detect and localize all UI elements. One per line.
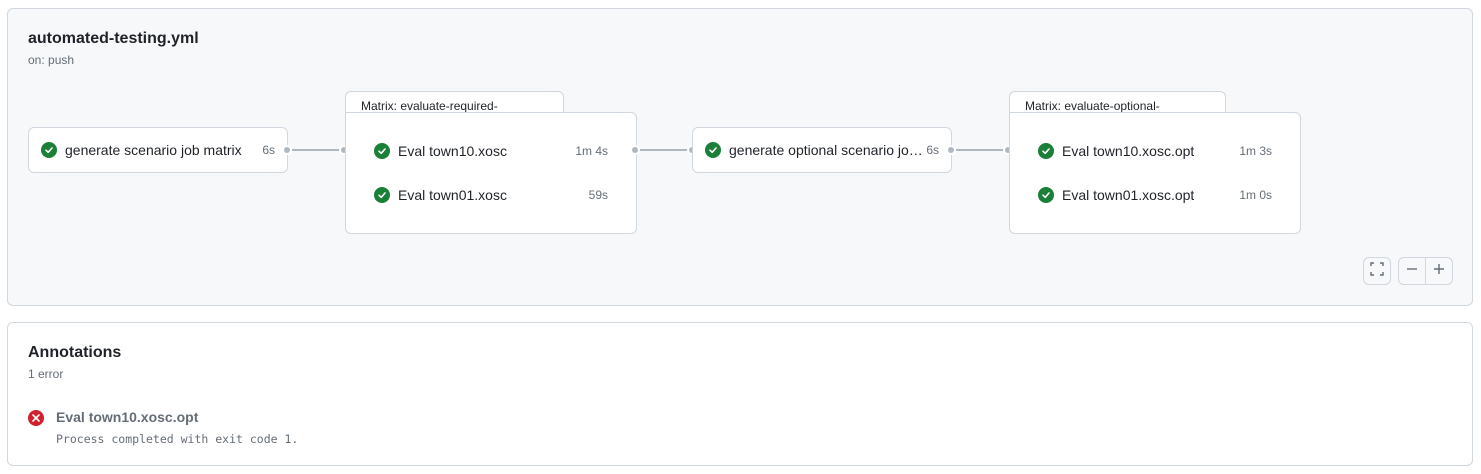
zoom-in-icon	[1432, 262, 1446, 281]
connector-line	[956, 149, 1004, 151]
matrix-card-required: Eval town10.xosc 1m 4s Eval town01.xosc …	[345, 112, 637, 234]
success-check-icon	[1038, 187, 1054, 203]
matrix-label-optional: Matrix: evaluate-optional-scenarios	[1009, 91, 1226, 127]
job-name: generate scenario job matrix	[65, 142, 242, 158]
job-name: Eval town01.xosc.opt	[1062, 187, 1195, 203]
success-check-icon	[374, 143, 390, 159]
success-check-icon	[1038, 143, 1054, 159]
annotations-panel: Annotations 1 error Eval town10.xosc.opt…	[7, 322, 1473, 466]
connector-line	[640, 149, 688, 151]
job-duration: 6s	[926, 143, 939, 157]
annotation-message: Process completed with exit code 1.	[56, 432, 299, 446]
job-row-eval-town10-opt[interactable]: Eval town10.xosc.opt 1m 3s	[1038, 141, 1272, 161]
annotations-title: Annotations	[28, 344, 122, 361]
job-card-generate-matrix[interactable]: generate scenario job matrix 6s	[28, 127, 288, 173]
job-duration: 1m 4s	[575, 144, 608, 158]
job-duration: 59s	[588, 188, 608, 202]
annotation-title-link[interactable]: Eval town10.xosc.opt	[56, 409, 198, 425]
fullscreen-icon	[1370, 261, 1384, 281]
job-name: generate optional scenario jo…	[729, 142, 923, 158]
job-duration: 1m 0s	[1239, 188, 1272, 202]
job-row-eval-town01[interactable]: Eval town01.xosc 59s	[374, 185, 608, 205]
error-x-icon	[28, 410, 44, 426]
annotations-count: 1 error	[28, 367, 64, 381]
workflow-trigger: on: push	[28, 53, 75, 67]
job-duration: 6s	[262, 143, 275, 157]
success-check-icon	[41, 142, 57, 158]
zoom-out-button[interactable]	[1398, 257, 1426, 285]
zoom-in-button[interactable]	[1425, 257, 1453, 285]
success-check-icon	[374, 187, 390, 203]
connector-line	[292, 149, 340, 151]
connector-dot	[630, 145, 640, 155]
job-name: Eval town10.xosc.opt	[1062, 143, 1195, 159]
job-row-eval-town10[interactable]: Eval town10.xosc 1m 4s	[374, 141, 608, 161]
job-name: Eval town10.xosc	[398, 143, 507, 159]
job-row-eval-town01-opt[interactable]: Eval town01.xosc.opt 1m 0s	[1038, 185, 1272, 205]
matrix-card-optional: Eval town10.xosc.opt 1m 3s Eval town01.x…	[1009, 112, 1301, 234]
workflow-graph-panel: automated-testing.yml on: push generate …	[7, 8, 1473, 306]
workflow-title[interactable]: automated-testing.yml	[28, 30, 199, 48]
job-card-generate-optional[interactable]: generate optional scenario jo… 6s	[692, 127, 952, 173]
matrix-label-required: Matrix: evaluate-required-scenarios	[345, 91, 564, 127]
connector-dot	[282, 145, 292, 155]
zoom-out-icon	[1405, 262, 1419, 281]
job-name: Eval town01.xosc	[398, 187, 507, 203]
connector-dot	[946, 145, 956, 155]
success-check-icon	[705, 142, 721, 158]
job-duration: 1m 3s	[1239, 144, 1272, 158]
fullscreen-button[interactable]	[1363, 257, 1391, 285]
